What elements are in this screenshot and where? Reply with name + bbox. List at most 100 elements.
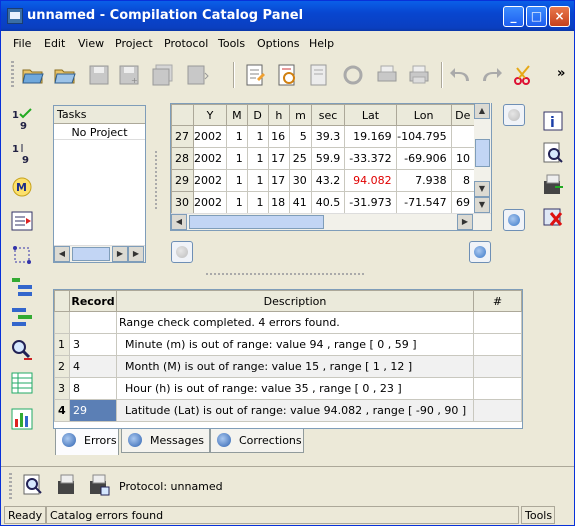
splitter-horizontal[interactable]	[206, 273, 366, 275]
grid-cell[interactable]: 59.9	[310, 147, 346, 170]
grid-cell[interactable]: 16	[267, 125, 291, 148]
menu-help[interactable]: Help	[309, 37, 334, 50]
menu-options[interactable]: Options	[257, 37, 299, 50]
menu-project[interactable]: Project	[115, 37, 153, 50]
print-preview-icon[interactable]	[407, 63, 431, 87]
grid-cell[interactable]: 1	[246, 125, 269, 148]
error-row[interactable]: 1 3 Minute (m) is out of range: value 94 ,…	[54, 333, 522, 356]
errors-col-record[interactable]: Record	[69, 290, 117, 312]
tasks-horizontal-scrollbar[interactable]: ◀ ▶ ▶	[54, 245, 145, 262]
grid-horizontal-scrollbar[interactable]: ◀ ▶	[171, 213, 491, 230]
grid-cell[interactable]: 8	[450, 169, 476, 192]
grid-cell[interactable]: 41	[289, 191, 312, 214]
grid-cell[interactable]: 1	[226, 125, 248, 148]
grid-cell[interactable]: 1	[246, 147, 269, 170]
grid-cell[interactable]: 5	[289, 125, 312, 148]
scroll-end-icon[interactable]: ▶	[128, 246, 144, 262]
grid-cell[interactable]: 1	[226, 169, 248, 192]
grid-cell[interactable]: 1	[246, 169, 269, 192]
document-edit-icon[interactable]	[243, 63, 267, 87]
grid-col-header[interactable]: M	[226, 104, 248, 126]
open-folder-icon[interactable]	[21, 63, 45, 87]
grid-cell[interactable]: 40.5	[310, 191, 346, 214]
grid-row[interactable]: 30 2002 1 1 18 41 40.5 -31.973 -71.547 69	[171, 191, 476, 214]
tree-expand-icon[interactable]	[10, 275, 34, 299]
database-export-icon[interactable]	[541, 173, 565, 197]
scroll-right-icon[interactable]: ▶	[457, 214, 473, 230]
cut-icon[interactable]	[511, 63, 535, 87]
tab-messages[interactable]: Messages	[121, 429, 210, 453]
protocol-preview-icon[interactable]	[21, 473, 45, 497]
toolbar-grip[interactable]	[11, 61, 14, 89]
grid-col-header[interactable]	[171, 104, 194, 126]
tab-errors[interactable]: Errors	[55, 429, 119, 455]
minimize-button[interactable]: _	[503, 6, 524, 27]
grid-cell[interactable]: 17	[267, 169, 291, 192]
grid-col-header[interactable]: sec	[310, 104, 346, 126]
grid-cell[interactable]: 69	[450, 191, 476, 214]
menu-tools[interactable]: Tools	[218, 37, 245, 50]
scroll-left-icon[interactable]: ◀	[54, 246, 70, 262]
move-up-button[interactable]	[503, 104, 525, 126]
scroll-left-icon[interactable]: ◀	[171, 214, 187, 230]
grid-col-header[interactable]: De	[450, 104, 476, 126]
info-icon[interactable]: i	[541, 109, 565, 133]
table-list-icon[interactable]	[10, 371, 34, 395]
error-row[interactable]: 4 29 Latitude (Lat) is out of range: value…	[54, 399, 522, 422]
redo-icon[interactable]	[479, 63, 503, 87]
menu-edit[interactable]: Edit	[44, 37, 65, 50]
menu-view[interactable]: View	[78, 37, 104, 50]
grid-cell[interactable]: -33.372	[344, 147, 397, 170]
search-next-icon[interactable]	[10, 339, 34, 363]
grid-cell[interactable]: 39.3	[310, 125, 346, 148]
grid-cell[interactable]: 2002	[193, 169, 227, 192]
cycle-icon[interactable]	[341, 63, 365, 87]
grid-cell[interactable]: 2002	[193, 125, 227, 148]
tab-corrections[interactable]: Corrections	[210, 429, 304, 453]
grid-row-number[interactable]: 29	[171, 169, 194, 192]
grid-cell[interactable]: 94.082	[344, 169, 397, 192]
print-icon[interactable]	[375, 63, 399, 87]
grid-row-number[interactable]: 28	[171, 147, 194, 170]
scroll-up-icon[interactable]: ▲	[474, 103, 490, 119]
delete-record-icon[interactable]	[541, 205, 565, 229]
grid-col-header[interactable]: h	[267, 104, 291, 126]
protocol-print-icon[interactable]	[87, 473, 111, 497]
grid-cell[interactable]: 17	[267, 147, 291, 170]
grid-cell[interactable]	[450, 125, 476, 148]
grid-cell[interactable]: 18	[267, 191, 291, 214]
menu-protocol[interactable]: Protocol	[164, 37, 208, 50]
grid-col-header[interactable]: Y	[193, 104, 227, 126]
menu-file[interactable]: File	[13, 37, 31, 50]
scroll-down-end-icon[interactable]: ▼	[474, 197, 490, 213]
grid-cell[interactable]: 25	[289, 147, 312, 170]
grid-cell[interactable]: 7.938	[395, 169, 452, 192]
maximize-button[interactable]: □	[526, 6, 547, 27]
grid-row-number[interactable]: 27	[171, 125, 194, 148]
grid-cell[interactable]: 2002	[193, 147, 227, 170]
grid-cell[interactable]: 1	[246, 191, 269, 214]
grid-cell[interactable]: 19.169	[344, 125, 397, 148]
grid-vertical-scrollbar[interactable]: ▲ ▼ ▼	[474, 103, 491, 214]
grid-cell[interactable]: 1	[226, 147, 248, 170]
scroll-down-icon[interactable]: ▼	[474, 181, 490, 197]
grid-cell[interactable]: 1	[226, 191, 248, 214]
scroll-thumb[interactable]	[189, 215, 324, 229]
document-refresh-icon[interactable]	[275, 63, 299, 87]
task-item[interactable]: No Project	[54, 124, 145, 140]
error-row[interactable]: 3 8 Hour (h) is out of range: value 35 , r…	[54, 377, 522, 400]
title-bar[interactable]: unnamed - Compilation Catalog Panel _ □ …	[1, 1, 574, 31]
protocol-save-icon[interactable]	[55, 473, 79, 497]
save-icon[interactable]	[87, 63, 111, 87]
close-button[interactable]: ×	[549, 6, 570, 27]
node-select-icon[interactable]	[10, 243, 34, 267]
document-check-icon[interactable]	[307, 63, 331, 87]
list-edit-icon[interactable]	[10, 209, 34, 233]
errors-summary-row[interactable]: Range check completed. 4 errors found.	[54, 311, 522, 334]
export-icon[interactable]	[185, 63, 209, 87]
grid-cell[interactable]: 43.2	[310, 169, 346, 192]
grid-cell[interactable]: -69.906	[395, 147, 452, 170]
errors-col-description[interactable]: Description	[116, 290, 474, 312]
scroll-right-icon[interactable]: ▶	[112, 246, 128, 262]
preview-zoom-icon[interactable]	[541, 141, 565, 165]
